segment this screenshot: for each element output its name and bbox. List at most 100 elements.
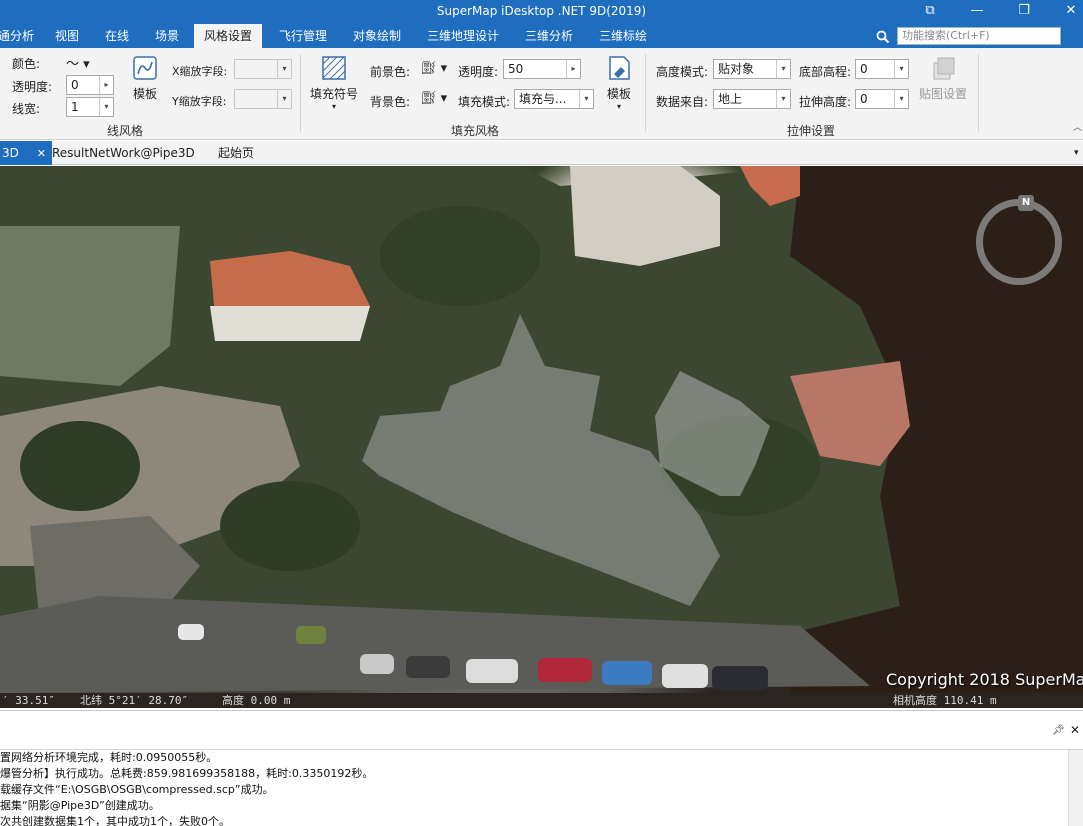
texture-icon [933,57,955,80]
height-readout: 高度 0.00 m [222,694,291,707]
doc-tab-result-network[interactable]: ResultNetWork@Pipe3D [52,141,195,165]
close-icon[interactable]: ✕ [1070,723,1080,737]
document-tab-bar: 3D ✕ ResultNetWork@Pipe3D 起始页 ▾ [0,141,1083,165]
group-divider [645,54,646,132]
texture-settings-label: 贴图设置 [918,87,967,101]
fill-symbol-label: 填充符号 [309,87,358,101]
restore-layout-icon[interactable]: ⧉ [919,2,941,20]
doc-tab-scene[interactable]: 3D ✕ [0,141,52,165]
compass-ring[interactable] [976,199,1062,285]
line-opacity-value: 0 [71,78,79,92]
data-source-value: 地上 [718,92,743,106]
scene-viewport[interactable]: N Copyright 2018 SuperMap [0,166,1083,693]
texture-settings-button[interactable]: 贴图设置 [916,54,970,102]
ribbon-tab-bar: 通分析 视图 在线 场景 风格设置 飞行管理 对象绘制 三维地理设计 三维分析 … [0,24,1083,48]
height-mode-label: 高度模式: [656,65,709,79]
minimize-button[interactable]: — [966,2,988,20]
search-icon[interactable] [876,26,894,46]
chevron-down-icon: ▾ [277,90,291,108]
fill-template-button[interactable]: 模板 ▾ [602,54,636,111]
template-icon [609,56,630,80]
output-scrollbar[interactable] [1068,750,1083,826]
doc-tab-scene-label: 3D [2,146,19,160]
base-elevation-input[interactable]: 0 ▾ [855,59,909,79]
spin-icon[interactable]: ▸ [566,60,580,78]
collapse-ribbon-icon[interactable]: ︿ [1073,120,1082,133]
y-scale-select[interactable]: ▾ [234,89,292,109]
fill-mode-label: 填充模式: [458,95,511,109]
background-color-label: 背景色: [370,95,411,109]
search-input[interactable]: 功能搜索(Ctrl+F) [897,27,1061,45]
longitude-readout: ′ 33.51″ [2,694,55,707]
tab-object-drawing[interactable]: 对象绘制 [353,24,401,48]
tab-3d-plotting[interactable]: 三维标绘 [599,24,647,48]
terrain-model [0,166,910,693]
close-button[interactable]: ✕ [1060,2,1082,20]
group-divider [300,54,301,132]
ribbon-panel: 颜色: 〜 ▾ 透明度: 0 ▸ 线宽: 1 ▾ 模板 X缩放字段: ▾ Y缩放字段… [0,48,1083,140]
chevron-down-icon[interactable]: ▾ [1074,141,1079,165]
line-color-picker[interactable]: 〜 ▾ [66,53,90,72]
chevron-down-icon: ▾ [579,90,593,108]
tab-scene[interactable]: 场景 [155,24,179,48]
x-scale-select[interactable]: ▾ [234,59,292,79]
extrude-height-value: 0 [860,92,868,106]
fill-opacity-input[interactable]: 50 ▸ [503,59,581,79]
tab-3d-analysis[interactable]: 三维分析 [525,24,573,48]
height-mode-select[interactable]: 贴对象 ▾ [713,59,791,79]
maximize-button[interactable]: ❐ [1013,2,1035,20]
extrude-height-label: 拉伸高度: [799,95,852,109]
close-icon[interactable]: ✕ [37,147,46,160]
data-source-label: 数据来自: [656,95,709,109]
chevron-down-icon: ▾ [331,102,336,111]
pin-icon[interactable]: 📌︎ [1052,725,1065,736]
camera-height-readout: 相机高度 110.41 m [893,694,997,707]
extrude-group-label: 拉伸设置 [786,124,835,138]
title-bar: SuperMap iDesktop .NET 9D(2019) ⧉ — ❐ ✕ [0,0,1083,24]
compass-north-icon[interactable]: N [1018,195,1034,211]
fill-style-group-label: 填充风格 [450,124,499,138]
tab-flight-management[interactable]: 飞行管理 [279,24,327,48]
fill-symbol-icon [322,56,346,80]
chevron-down-icon: ▾ [277,60,291,78]
height-mode-value: 贴对象 [718,62,755,76]
paint-bucket-icon[interactable]: ⛽︎ ▾ [420,91,447,106]
extrude-height-input[interactable]: 0 ▾ [855,89,909,109]
line-opacity-label: 透明度: [12,80,53,94]
latitude-readout: 北纬 5°21′ 28.70″ [80,694,189,707]
tab-3d-geodesign[interactable]: 三维地理设计 [427,24,499,48]
line-template-button[interactable]: 模板 [128,54,162,102]
chevron-down-icon: ▾ [776,60,790,78]
base-elevation-label: 底部高程: [799,65,852,79]
line-color-label: 颜色: [12,57,41,71]
tab-network-analysis[interactable]: 通分析 [0,24,34,48]
doc-tab-start-page[interactable]: 起始页 [218,141,254,165]
line-width-input[interactable]: 1 ▾ [66,97,114,117]
data-source-select[interactable]: 地上 ▾ [713,89,791,109]
fill-symbol-button[interactable]: 填充符号 ▾ [308,54,360,111]
line-opacity-input[interactable]: 0 ▸ [66,75,114,95]
tab-style-settings[interactable]: 风格设置 [194,24,263,48]
foreground-color-label: 前景色: [370,65,411,79]
tab-view[interactable]: 视图 [55,24,79,48]
log-line: 载缓存文件“E:\OSGB\OSGB\compressed.scp”成功。 [0,783,274,796]
chevron-down-icon: ▾ [776,90,790,108]
line-width-label: 线宽: [12,102,41,116]
tab-online[interactable]: 在线 [105,24,129,48]
x-scale-label: X缩放字段: [172,65,228,78]
output-log: 置网络分析环境完成，耗时:0.0950055秒。 爆管分析】执行成功。总耗费:8… [0,750,1068,826]
y-scale-label: Y缩放字段: [172,95,227,108]
chevron-down-icon[interactable]: ▾ [99,98,113,116]
line-style-group-label: 线风格 [106,124,143,138]
paint-bucket-icon[interactable]: ⛽︎ ▾ [420,61,447,76]
spin-icon[interactable]: ▸ [99,76,113,94]
chevron-down-icon: ▾ [894,90,908,108]
fill-opacity-value: 50 [508,62,524,76]
group-divider [978,54,979,132]
scene-status-bar: ′ 33.51″ 北纬 5°21′ 28.70″ 高度 0.00 m 相机高度 … [0,693,1083,708]
output-panel-header: 📌︎ ✕ [0,710,1083,750]
fill-template-label: 模板 [606,87,631,101]
base-elevation-value: 0 [860,62,868,76]
fill-mode-select[interactable]: 填充与... ▾ [514,89,594,109]
copyright-text: Copyright 2018 SuperMap [886,670,1083,689]
